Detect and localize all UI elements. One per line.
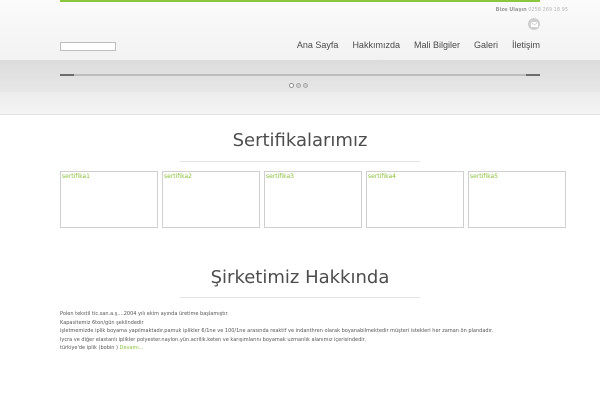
contact-info: Bize Ulaşın 0258 269 18 95 <box>496 7 568 13</box>
nav-item-home[interactable]: Ana Sayfa <box>297 40 339 51</box>
about-line: türkiye'de iplik (bobin ) <box>60 345 119 352</box>
slider-dot-2[interactable] <box>296 83 301 88</box>
slider-next-handle[interactable] <box>526 74 540 76</box>
slider-prev-handle[interactable] <box>60 74 74 76</box>
slider-pagination <box>289 83 308 88</box>
certificate-card[interactable]: sertifika2 <box>162 171 260 228</box>
certificate-label[interactable]: sertifika2 <box>164 173 192 180</box>
about-line: lycra ve diğer elastanlı iplikler polyes… <box>60 336 366 343</box>
read-more-link[interactable]: Devamı... <box>120 345 144 351</box>
about-line: Polen tekstil tic.san.a.ş....2004 yılı e… <box>60 311 229 317</box>
nav-item-contact[interactable]: İletişim <box>512 40 540 51</box>
certificate-label[interactable]: sertifika4 <box>368 173 396 180</box>
certificate-label[interactable]: sertifika1 <box>62 173 90 180</box>
about-text: Polen tekstil tic.san.a.ş....2004 yılı e… <box>60 310 540 353</box>
certificate-card[interactable]: sertifika1 <box>60 171 158 228</box>
about-line: işletmemizde iplik boyama yapılmaktadır.… <box>60 328 494 335</box>
nav-item-gallery[interactable]: Galeri <box>474 40 498 51</box>
about-line-last: türkiye'de iplik (bobin ) Devamı... <box>60 344 540 353</box>
nav-item-financials[interactable]: Mali Bilgiler <box>414 40 460 51</box>
about-line: Kapasitemiz 6ton/gün şeklindedir <box>60 319 144 326</box>
certificate-card[interactable]: sertifika5 <box>468 171 566 228</box>
about-title: Şirketimiz Hakkında <box>210 267 390 288</box>
certificate-card[interactable]: sertifika4 <box>366 171 464 228</box>
contact-phone: 0258 269 18 95 <box>528 7 568 13</box>
nav-item-about[interactable]: Hakkımızda <box>352 40 400 51</box>
certificate-card[interactable]: sertifika3 <box>264 171 362 228</box>
certificate-label[interactable]: sertifika5 <box>470 173 498 180</box>
hero-slider <box>0 60 600 92</box>
about-divider <box>180 297 420 298</box>
certificate-list: sertifika1 sertifika2 sertifika3 sertifi… <box>60 171 566 228</box>
header-accent-line <box>60 0 540 2</box>
slider-track <box>60 74 540 76</box>
envelope-icon <box>530 21 538 27</box>
certificate-label[interactable]: sertifika3 <box>266 173 294 180</box>
site-header: Bize Ulaşın 0258 269 18 95 Ana Sayfa Hak… <box>0 0 600 60</box>
certificates-title: Sertifikalarımız <box>232 130 368 151</box>
slider-dot-3[interactable] <box>303 83 308 88</box>
mail-icon[interactable] <box>528 18 540 30</box>
main-nav: Ana Sayfa Hakkımızda Mali Bilgiler Galer… <box>297 40 540 51</box>
certificates-divider <box>180 161 420 162</box>
slider-dot-1[interactable] <box>289 83 294 88</box>
search-input[interactable] <box>60 42 116 51</box>
contact-label: Bize Ulaşın <box>495 7 527 13</box>
content-band <box>0 92 600 115</box>
